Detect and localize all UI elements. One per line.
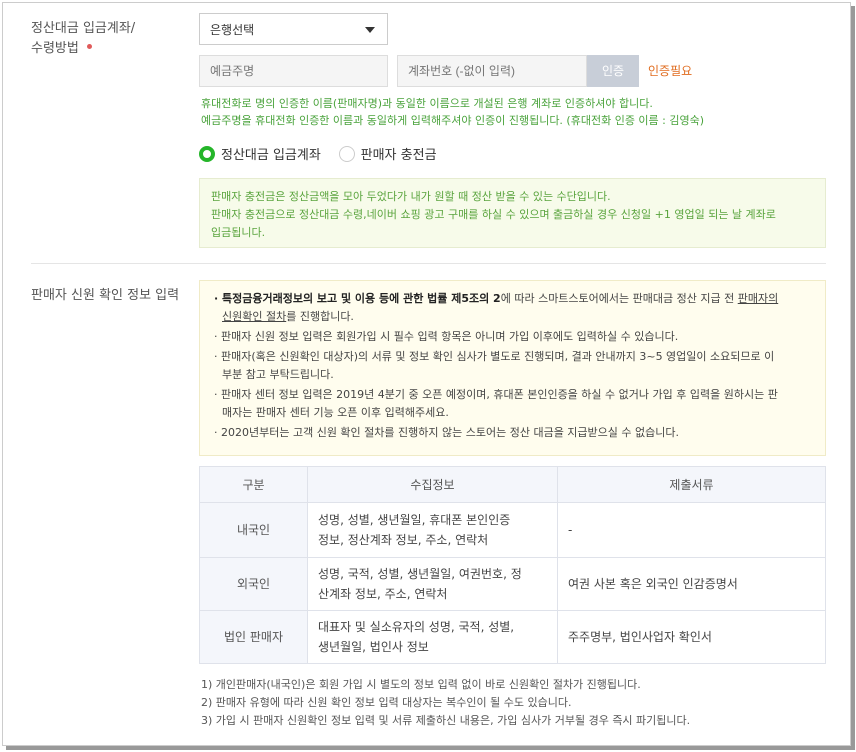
account-notes: 휴대전화로 명의 인증한 이름(판매자명)과 동일한 이름으로 개설된 은행 계…	[201, 95, 831, 129]
row-info: 성명, 성별, 생년월일, 휴대폰 본인인증정보, 정산계좌 정보, 주소, 연…	[307, 502, 558, 558]
account-number-input[interactable]	[397, 55, 587, 87]
row-type: 내국인	[199, 502, 308, 558]
row-info: 대표자 및 실소유자의 성명, 국적, 성별, 생년월일, 법인사 정보	[307, 610, 558, 664]
info-text: · 판매자(혹은 신원확인 대상자)의 서류 및 정보 확인 심사가 별도로 진…	[214, 350, 775, 363]
footnote-3: 3) 가입 시 판매자 신원확인 정보 입력 및 서류 제출하신 내용은, 가입…	[201, 714, 691, 727]
table-row: 법인 판매자 대표자 및 실소유자의 성명, 국적, 성별, 생년월일, 법인사 …	[199, 610, 826, 664]
charge-info-line: 판매자 충전금은 정산금액을 모아 두었다가 내가 원할 때 정산 받을 수 있…	[211, 190, 611, 203]
identity-label: 판매자 신원 확인 정보 입력	[31, 288, 180, 303]
radio-label: 정산대금 입금계좌	[221, 148, 321, 163]
settlement-label: 정산대금 입금계좌/ 수령방법	[31, 19, 135, 59]
row-info: 성명, 국적, 성별, 생년월일, 여권번호, 정산계좌 정보, 주소, 연락처	[307, 557, 558, 611]
verify-status: 인증필요	[648, 64, 693, 78]
receive-method-radio-group: 정산대금 입금계좌 판매자 충전금	[199, 144, 437, 163]
radio-unselected-icon	[338, 146, 355, 162]
info-text: 부분 참고 부탁드립니다.	[222, 368, 334, 381]
verify-button[interactable]: 인증	[587, 55, 639, 87]
footnote-2: 2) 판매자 유형에 따라 신원 확인 정보 입력 대상자는 복수인이 될 수도…	[201, 696, 572, 709]
radio-label: 판매자 충전금	[360, 148, 437, 163]
info-item-2: · 판매자 신원 정보 입력은 회원가입 시 필수 입력 항목은 아니며 가입 …	[214, 330, 679, 343]
settlement-label-line2: 수령방법	[31, 41, 79, 56]
charge-info-line: 입금됩니다.	[211, 226, 266, 239]
info-text: 를 진행합니다.	[286, 310, 354, 323]
table-header: 수집정보	[307, 466, 558, 503]
seller-charge-info-box: 판매자 충전금은 정산금액을 모아 두었다가 내가 원할 때 정산 받을 수 있…	[199, 178, 826, 248]
account-note-1: 휴대전화로 명의 인증한 이름(판매자명)과 동일한 이름으로 개설된 은행 계…	[201, 97, 653, 110]
row-type: 법인 판매자	[199, 610, 308, 664]
chevron-down-icon	[365, 27, 375, 33]
row-info-line: 정보, 정산계좌 정보, 주소, 연락처	[318, 533, 489, 547]
charge-info-line: 판매자 충전금으로 정산대금 수령,네이버 쇼핑 광고 구매를 하실 수 있으며…	[211, 208, 776, 221]
radio-selected-icon	[199, 146, 215, 162]
table-header: 제출서류	[557, 466, 826, 503]
row-docs: 여권 사본 혹은 외국인 인감증명서	[557, 557, 826, 611]
radio-option-settlement-account[interactable]: 정산대금 입금계좌	[199, 146, 325, 163]
identity-procedure-link[interactable]: 판매자의	[738, 292, 778, 305]
radio-option-seller-charge[interactable]: 판매자 충전금	[338, 146, 437, 163]
form-panel: 정산대금 입금계좌/ 수령방법 은행선택 인증 인증필요 휴대전화로 명의 인증…	[2, 2, 851, 746]
info-text: 에 따라 스마트스토어에서는 판매대금 정산 지급 전	[500, 292, 738, 305]
depositor-name-input[interactable]	[199, 55, 388, 87]
footnotes: 1) 개인판매자(내국인)은 회원 가입 시 별도의 정보 입력 없이 바로 신…	[201, 676, 831, 730]
account-note-2: 예금주명을 휴대전화 인증한 이름과 동일하게 입력해주셔야 인증이 진행됩니다…	[201, 114, 705, 127]
info-item-3: · 판매자(혹은 신원확인 대상자)의 서류 및 정보 확인 심사가 별도로 진…	[214, 348, 811, 384]
bank-select-value: 은행선택	[210, 23, 255, 37]
table-header: 구분	[199, 466, 308, 503]
row-info-line: 대표자 및 실소유자의 성명, 국적, 성별,	[318, 620, 515, 634]
required-dot	[86, 44, 92, 49]
row-info-line: 산계좌 정보, 주소, 연락처	[318, 587, 448, 601]
table-row: 내국인 성명, 성별, 생년월일, 휴대폰 본인인증정보, 정산계좌 정보, 주…	[199, 502, 826, 558]
info-law-bold: · 특정금융거래정보의 보고 및 이용 등에 관한 법률 제5조의 2	[214, 292, 501, 305]
identity-procedure-link-cont[interactable]: 신원확인 절차	[222, 310, 286, 323]
info-text: 매자는 판매자 센터 기능 오픈 이후 입력해주세요.	[222, 406, 449, 419]
row-info-line: 생년월일, 법인사 정보	[318, 640, 429, 654]
row-info-line: 성명, 국적, 성별, 생년월일, 여권번호, 정	[318, 567, 522, 581]
settlement-label-line1: 정산대금 입금계좌/	[31, 21, 136, 36]
table-header-row: 구분 수집정보 제출서류	[199, 466, 826, 503]
info-item-5: · 2020년부터는 고객 신원 확인 절차를 진행하지 않는 스토어는 정산 …	[214, 426, 679, 439]
bank-select[interactable]: 은행선택	[199, 13, 388, 45]
row-docs: -	[557, 502, 826, 558]
identity-info-table: 구분 수집정보 제출서류 내국인 성명, 성별, 생년월일, 휴대폰 본인인증정…	[199, 466, 826, 664]
info-item-1: · 특정금융거래정보의 보고 및 이용 등에 관한 법률 제5조의 2에 따라 …	[214, 290, 811, 326]
identity-info-box: · 특정금융거래정보의 보고 및 이용 등에 관한 법률 제5조의 2에 따라 …	[199, 280, 826, 456]
row-type: 외국인	[199, 557, 308, 611]
footnote-1: 1) 개인판매자(내국인)은 회원 가입 시 별도의 정보 입력 없이 바로 신…	[201, 678, 641, 691]
section-divider	[31, 263, 826, 264]
info-text: · 판매자 센터 정보 입력은 2019년 4분기 중 오픈 예정이며, 휴대폰…	[214, 388, 778, 401]
info-item-4: · 판매자 센터 정보 입력은 2019년 4분기 중 오픈 예정이며, 휴대폰…	[214, 386, 811, 422]
row-info-line: 성명, 성별, 생년월일, 휴대폰 본인인증	[318, 513, 511, 527]
table-row: 외국인 성명, 국적, 성별, 생년월일, 여권번호, 정산계좌 정보, 주소,…	[199, 557, 826, 611]
row-docs: 주주명부, 법인사업자 확인서	[557, 610, 826, 664]
